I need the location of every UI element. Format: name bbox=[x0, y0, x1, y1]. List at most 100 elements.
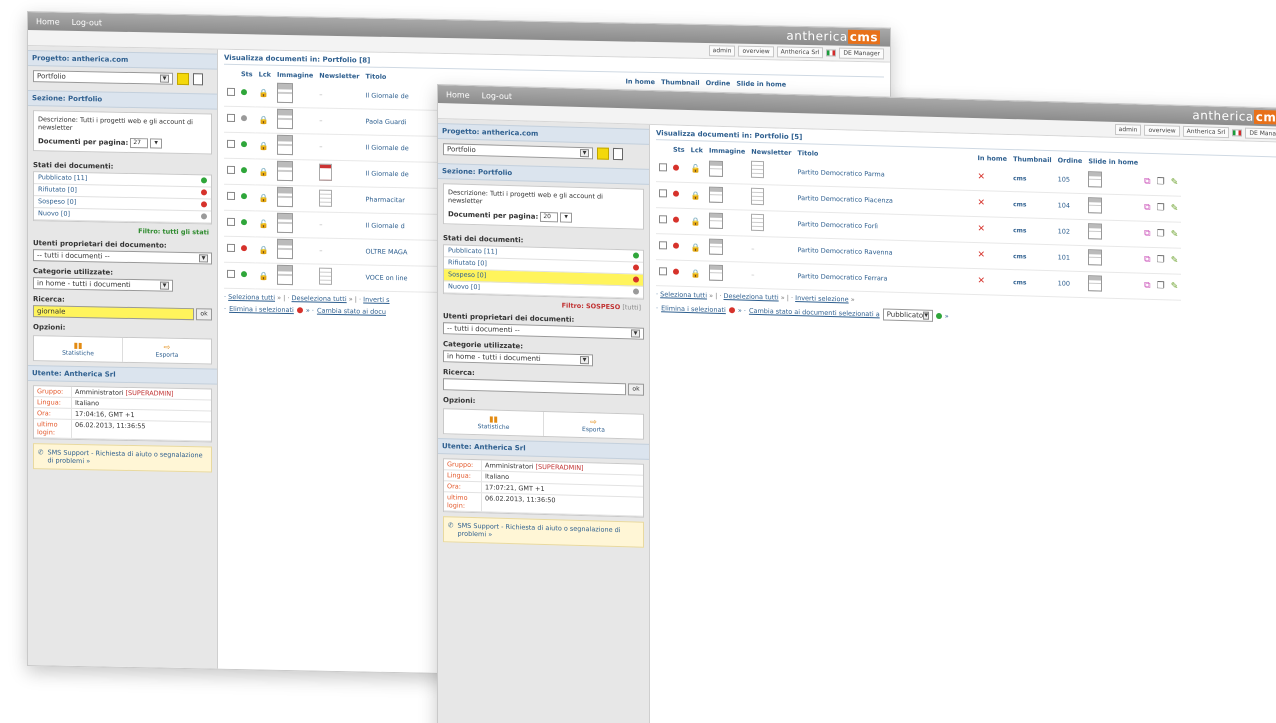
nav-home-link[interactable]: Home bbox=[446, 90, 470, 100]
not-in-home-icon[interactable]: ✕ bbox=[977, 224, 985, 234]
cms-thumbnail-icon[interactable]: cms bbox=[1013, 201, 1026, 208]
red-status-dot-icon[interactable] bbox=[673, 242, 679, 249]
lock-icon[interactable]: 🔒 bbox=[259, 271, 269, 280]
search-submit-button[interactable]: ok bbox=[196, 308, 212, 321]
edit-icon[interactable]: ✎ bbox=[1171, 255, 1179, 265]
chevron-down-icon[interactable]: ▾ bbox=[560, 212, 573, 223]
red-status-dot-icon[interactable] bbox=[673, 164, 679, 171]
docs-per-page-input[interactable]: 20 bbox=[540, 211, 559, 223]
lock-icon[interactable]: 🔒 bbox=[259, 167, 269, 176]
admin-button[interactable]: admin bbox=[708, 45, 736, 57]
col-lck[interactable]: Lck bbox=[256, 68, 274, 80]
cms-thumbnail-icon[interactable]: cms bbox=[1013, 227, 1026, 234]
categories-select[interactable]: in home - tutti i documenti ▼ bbox=[33, 277, 173, 292]
col-in-home[interactable]: In home bbox=[974, 152, 1010, 165]
row-checkbox[interactable] bbox=[659, 241, 667, 250]
grey-status-dot-icon[interactable] bbox=[241, 115, 247, 122]
lock-icon[interactable]: 🔒 bbox=[691, 243, 701, 252]
document-title[interactable]: Il Giornale de bbox=[365, 143, 408, 152]
document-title[interactable]: Il Giornale de bbox=[365, 91, 408, 100]
red-status-dot-icon[interactable] bbox=[241, 245, 247, 252]
row-checkbox[interactable] bbox=[227, 217, 235, 226]
support-box[interactable]: ✆ SMS Support - Richiesta di aiuto o segn… bbox=[443, 516, 644, 548]
col-newsletter[interactable]: Newsletter bbox=[316, 70, 362, 83]
green-dot-icon[interactable] bbox=[935, 312, 942, 319]
state-new[interactable]: Nuovo [0] bbox=[34, 208, 211, 224]
invert-selection-link[interactable]: Inverti s bbox=[363, 295, 389, 304]
edit-icon[interactable]: ✎ bbox=[1171, 177, 1179, 187]
lock-icon[interactable]: 🔒 bbox=[259, 245, 269, 254]
statistics-button[interactable]: ▮▮ Statistiche bbox=[34, 336, 123, 362]
admin-button[interactable]: admin bbox=[1114, 123, 1142, 136]
col-image[interactable]: Immagine bbox=[274, 69, 316, 82]
row-checkbox[interactable] bbox=[659, 189, 667, 198]
invert-selection-link[interactable]: Inverti selezione bbox=[795, 294, 848, 303]
document-title[interactable]: Il Giornale de bbox=[365, 169, 408, 178]
row-checkbox[interactable] bbox=[659, 267, 667, 276]
not-in-home-icon[interactable]: ✕ bbox=[977, 250, 985, 260]
new-document-icon[interactable] bbox=[613, 147, 623, 161]
red-status-dot-icon[interactable] bbox=[673, 190, 679, 197]
copy-icon[interactable]: ⧉ bbox=[1144, 281, 1150, 291]
col-lck[interactable]: Lck bbox=[688, 144, 706, 157]
row-checkbox[interactable] bbox=[227, 87, 235, 96]
manager-button[interactable]: DE Manager bbox=[839, 47, 884, 60]
unlocked-icon[interactable]: 🔓 bbox=[691, 164, 701, 173]
duplicate-icon[interactable]: ❐ bbox=[1157, 229, 1165, 239]
duplicate-icon[interactable]: ❐ bbox=[1157, 255, 1165, 265]
deselect-all-link[interactable]: Deseleziona tutti bbox=[724, 292, 779, 302]
deselect-all-link[interactable]: Deseleziona tutti bbox=[292, 294, 347, 303]
overview-button[interactable]: overview bbox=[738, 45, 774, 58]
document-title[interactable]: VOCE on line bbox=[365, 273, 407, 282]
export-button[interactable]: ⇨ Esporta bbox=[544, 412, 643, 439]
document-title[interactable]: Paola Guardi bbox=[365, 117, 406, 126]
green-status-dot-icon[interactable] bbox=[241, 219, 247, 226]
search-submit-button[interactable]: ok bbox=[628, 383, 644, 396]
nav-home-link[interactable]: Home bbox=[36, 17, 60, 26]
col-slide[interactable]: Slide in home bbox=[733, 78, 789, 91]
unlocked-icon[interactable]: 🔓 bbox=[259, 219, 269, 228]
overview-button[interactable]: overview bbox=[1144, 124, 1180, 137]
row-checkbox[interactable] bbox=[227, 243, 235, 252]
row-checkbox[interactable] bbox=[227, 269, 235, 278]
col-order[interactable]: Ordine bbox=[703, 77, 734, 90]
change-state-link[interactable]: Cambia stato ai documenti selezionati a bbox=[749, 306, 880, 318]
owners-select[interactable]: -- tutti i documenti -- ▼ bbox=[33, 249, 212, 265]
delete-selected-link[interactable]: Elimina i selezionati bbox=[229, 304, 294, 313]
copy-icon[interactable]: ⧉ bbox=[1144, 255, 1150, 265]
cms-thumbnail-icon[interactable]: cms bbox=[1013, 175, 1026, 182]
delete-selected-link[interactable]: Elimina i selezionati bbox=[661, 304, 726, 314]
categories-select[interactable]: in home - tutti i documenti ▼ bbox=[443, 350, 593, 367]
row-checkbox[interactable] bbox=[659, 215, 667, 224]
italian-flag-icon[interactable] bbox=[826, 49, 837, 57]
document-title[interactable]: Partito Democratico Piacenza bbox=[797, 194, 892, 205]
document-title[interactable]: Partito Democratico Forlì bbox=[797, 220, 878, 230]
filter-all-link[interactable]: [tutti] bbox=[622, 303, 641, 312]
section-select[interactable]: Portfolio ▼ bbox=[443, 143, 593, 160]
search-input[interactable]: giornale bbox=[33, 305, 194, 321]
folder-icon[interactable] bbox=[177, 72, 189, 86]
cms-thumbnail-icon[interactable]: cms bbox=[1013, 279, 1026, 286]
manager-button[interactable]: DE Manager bbox=[1245, 127, 1276, 140]
duplicate-icon[interactable]: ❐ bbox=[1157, 203, 1165, 213]
new-document-icon[interactable] bbox=[193, 73, 203, 86]
row-checkbox[interactable] bbox=[227, 165, 235, 174]
company-button[interactable]: Antherica Srl bbox=[1182, 125, 1230, 139]
change-state-link[interactable]: Cambia stato ai docu bbox=[317, 306, 386, 315]
chevron-down-icon[interactable]: ▾ bbox=[150, 138, 163, 149]
lock-icon[interactable]: 🔒 bbox=[259, 115, 269, 124]
section-select[interactable]: Portfolio ▼ bbox=[33, 70, 173, 85]
document-title[interactable]: OLTRE MAGA bbox=[365, 247, 407, 256]
row-checkbox[interactable] bbox=[659, 162, 667, 172]
red-status-dot-icon[interactable] bbox=[673, 216, 679, 223]
company-button[interactable]: Antherica Srl bbox=[776, 46, 824, 59]
docs-per-page-input[interactable]: 27 bbox=[130, 137, 149, 149]
copy-icon[interactable]: ⧉ bbox=[1144, 203, 1150, 213]
edit-icon[interactable]: ✎ bbox=[1171, 203, 1179, 213]
green-status-dot-icon[interactable] bbox=[241, 141, 247, 148]
green-status-dot-icon[interactable] bbox=[241, 271, 247, 278]
document-title[interactable]: Il Giornale d bbox=[365, 221, 404, 230]
italian-flag-icon[interactable] bbox=[1232, 129, 1243, 137]
row-checkbox[interactable] bbox=[227, 191, 235, 200]
document-title[interactable]: Partito Democratico Parma bbox=[797, 168, 884, 178]
